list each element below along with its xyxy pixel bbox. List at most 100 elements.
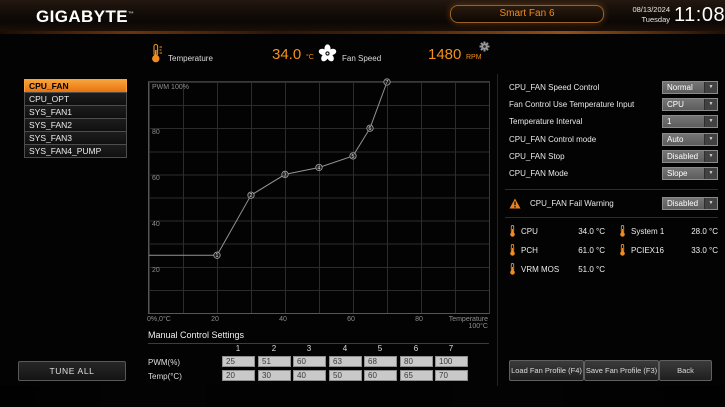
input-temp-5[interactable]	[364, 370, 397, 381]
input-pwm-6[interactable]	[400, 356, 433, 367]
sensor-pch: PCH 61.0 °C	[509, 243, 605, 257]
input-pwm-1[interactable]	[222, 356, 255, 367]
sidebar-item-cpu-fan[interactable]: CPU_FAN	[24, 79, 127, 93]
sidebar-item-sys-fan1[interactable]: SYS_FAN1	[24, 105, 127, 119]
load-fan-profile-button[interactable]: Load Fan Profile (F4)	[509, 360, 584, 381]
dropdown-cpu-fan-fail-warning[interactable]: Disabled ▼	[662, 197, 718, 210]
thermometer-icon	[509, 225, 516, 237]
sidebar-item-sys-fan4-pump[interactable]: SYS_FAN4_PUMP	[24, 144, 127, 158]
setting-label: CPU_FAN Control mode	[509, 135, 596, 144]
xtick-0: 0%,0°C	[147, 316, 171, 323]
xtick-60: 60	[345, 316, 357, 323]
dropdown-cpu-fan-stop[interactable]: Disabled ▼	[662, 150, 718, 163]
ytick-60: 60	[152, 175, 160, 182]
setting-label: CPU_FAN Mode	[509, 169, 568, 178]
save-fan-profile-button[interactable]: Save Fan Profile (F3)	[584, 360, 659, 381]
input-pwm-3[interactable]	[293, 356, 326, 367]
column-header: 5	[364, 344, 396, 353]
fan-speed-value: 1480	[428, 46, 461, 63]
setting-row: Fan Control Use Temperature Input CPU ▼	[509, 97, 718, 112]
gear-icon[interactable]	[479, 41, 490, 52]
section-divider	[505, 189, 718, 190]
thermometer-icon	[150, 43, 163, 64]
temp-row-label: Temp(°C)	[148, 372, 182, 381]
setting-row: CPU_FAN Speed Control Normal ▼	[509, 80, 718, 95]
setting-label: Fan Control Use Temperature Input	[509, 100, 634, 109]
fan-curve-point-label: 2	[250, 193, 253, 199]
warning-icon	[509, 198, 521, 209]
manual-control-settings-title: Manual Control Settings	[148, 330, 489, 344]
dropdown-cpu-fan-speed-control[interactable]: Normal ▼	[662, 81, 718, 94]
fan-curve-plot[interactable]: 1234567	[148, 81, 490, 314]
ytick-20: 20	[152, 267, 160, 274]
sensor-vrm-mos: VRM MOS 51.0 °C	[509, 262, 605, 276]
fan-speed-label: Fan Speed	[342, 54, 381, 63]
ytick-100: PWM 100%	[152, 84, 189, 91]
column-header: 2	[258, 344, 290, 353]
ytick-40: 40	[152, 221, 160, 228]
system-date: 08/13/2024 Tuesday	[616, 5, 670, 24]
back-button[interactable]: Back	[659, 360, 712, 381]
chevron-down-icon: ▼	[704, 151, 717, 162]
pwm-row-label: PWM(%)	[148, 358, 180, 367]
input-pwm-2[interactable]	[258, 356, 291, 367]
section-divider	[505, 217, 718, 218]
input-pwm-4[interactable]	[329, 356, 362, 367]
setting-row: CPU_FAN Mode Slope ▼	[509, 166, 718, 181]
fan-curve-point-label: 5	[352, 154, 355, 160]
chevron-down-icon: ▼	[704, 134, 717, 145]
fan-speed-unit: RPM	[466, 54, 482, 61]
column-header: 6	[400, 344, 432, 353]
thermometer-icon	[619, 225, 626, 237]
gigabyte-logo: GIGABYTE™	[36, 7, 134, 27]
setting-label: CPU_FAN Stop	[509, 152, 565, 161]
bottom-glow-strip	[0, 385, 725, 407]
top-bar: GIGABYTE™ Smart Fan 6 08/13/2024 Tuesday…	[0, 0, 725, 31]
chevron-down-icon: ▼	[704, 168, 717, 179]
chevron-down-icon: ▼	[704, 99, 717, 110]
xtick-80: 80	[413, 316, 425, 323]
fan-curve-line	[149, 82, 387, 255]
input-temp-7[interactable]	[435, 370, 468, 381]
input-temp-1[interactable]	[222, 370, 255, 381]
column-header: 4	[329, 344, 361, 353]
column-header: 7	[435, 344, 467, 353]
fan-curve-point-label: 1	[216, 253, 219, 259]
tune-all-button[interactable]: TUNE ALL	[18, 361, 126, 381]
setting-label: Temperature Interval	[509, 117, 582, 126]
sidebar-item-cpu-opt[interactable]: CPU_OPT	[24, 92, 127, 106]
sidebar-item-sys-fan2[interactable]: SYS_FAN2	[24, 118, 127, 132]
xtick-40: 40	[277, 316, 289, 323]
xtick-20: 20	[209, 316, 221, 323]
input-temp-2[interactable]	[258, 370, 291, 381]
smart-fan-6-screen: GIGABYTE™ Smart Fan 6 08/13/2024 Tuesday…	[0, 0, 725, 407]
xtick-100: Temperature 100°C	[428, 316, 488, 330]
setting-label: CPU_FAN Speed Control	[509, 83, 599, 92]
fan-curve-svg[interactable]: 1234567	[149, 82, 489, 313]
column-header: 1	[222, 344, 254, 353]
column-header: 3	[293, 344, 325, 353]
chevron-down-icon: ▼	[704, 198, 717, 209]
panel-divider	[497, 74, 498, 386]
temperature-unit: °C	[306, 54, 314, 61]
tab-smart-fan-6[interactable]: Smart Fan 6	[450, 5, 604, 23]
fan-curve-point-label: 3	[284, 172, 287, 178]
sensor-system-1: System 1 28.0 °C	[619, 224, 718, 238]
dropdown-cpu-fan-control-mode[interactable]: Auto ▼	[662, 133, 718, 146]
fail-warning-label: CPU_FAN Fail Warning	[530, 199, 614, 208]
ytick-80: 80	[152, 129, 160, 136]
input-temp-6[interactable]	[400, 370, 433, 381]
input-temp-4[interactable]	[329, 370, 362, 381]
thermometer-icon	[619, 244, 626, 256]
thermometer-icon	[509, 244, 516, 256]
sidebar-item-sys-fan3[interactable]: SYS_FAN3	[24, 131, 127, 145]
chevron-down-icon: ▼	[704, 116, 717, 127]
input-temp-3[interactable]	[293, 370, 326, 381]
dropdown-temperature-interval[interactable]: 1 ▼	[662, 115, 718, 128]
dropdown-fan-control-temperature-input[interactable]: CPU ▼	[662, 98, 718, 111]
input-pwm-7[interactable]	[435, 356, 468, 367]
fan-curve-point-label: 4	[318, 165, 321, 171]
input-pwm-5[interactable]	[364, 356, 397, 367]
setting-row: CPU_FAN Control mode Auto ▼	[509, 132, 718, 147]
dropdown-cpu-fan-mode[interactable]: Slope ▼	[662, 167, 718, 180]
